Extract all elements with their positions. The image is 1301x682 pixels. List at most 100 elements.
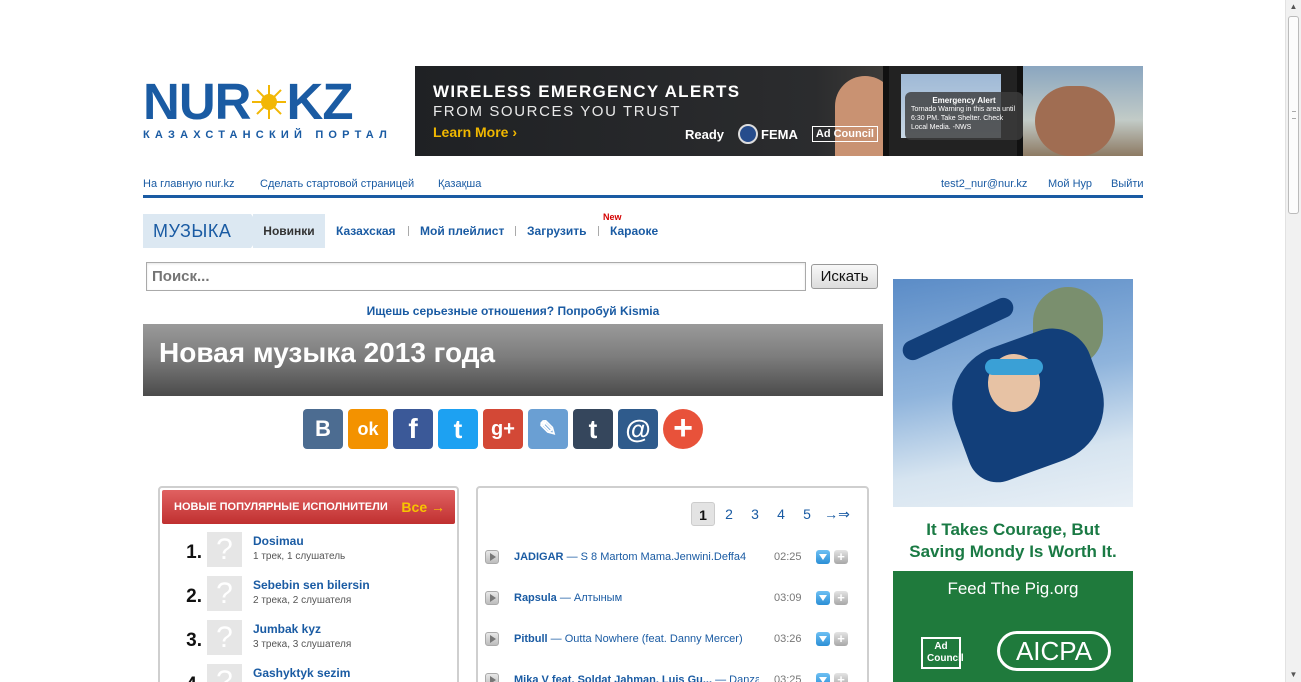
download-icon[interactable]: [816, 550, 830, 564]
track-duration: 03:09: [774, 592, 802, 604]
artist-rank: 2.: [186, 586, 202, 607]
artist-name-link[interactable]: Jumbak kyz: [253, 622, 321, 636]
tab-new-releases[interactable]: Новинки: [253, 214, 325, 248]
list-item: 2. ? Sebebin sen bilersin 2 трека, 2 слу…: [182, 576, 452, 620]
artist-avatar-placeholder-icon[interactable]: ?: [207, 532, 242, 567]
artist-avatar-placeholder-icon[interactable]: ?: [207, 620, 242, 655]
page-2-button[interactable]: 2: [717, 502, 741, 526]
page-1-button[interactable]: 1: [691, 502, 715, 526]
vk-share-button[interactable]: В: [303, 409, 343, 449]
ad-council-logo: Ad Council: [811, 126, 878, 142]
ad-caption-line-1: It Takes Courage, But: [926, 520, 1100, 539]
dhs-seal-icon: [738, 124, 759, 144]
artist-rank: 3.: [186, 630, 202, 651]
artist-name-link[interactable]: Sebebin sen bilersin: [253, 578, 370, 592]
track-artist: JADIGAR: [514, 551, 564, 563]
fema-logo: FEMA: [761, 126, 798, 142]
track-duration: 02:25: [774, 551, 802, 563]
add-to-playlist-icon[interactable]: +: [834, 673, 848, 682]
ready-logo: Ready: [685, 126, 725, 142]
music-section-title[interactable]: МУЗЫКА: [143, 214, 263, 248]
ad-alert-popup: Emergency Alert Tornado Warning in this …: [905, 92, 1023, 140]
vertical-scrollbar[interactable]: ▲ ▼: [1285, 0, 1301, 682]
logo-left-text: NUR: [143, 73, 251, 130]
twitter-share-button[interactable]: t: [438, 409, 478, 449]
play-icon[interactable]: [485, 591, 499, 605]
table-row: JADIGAR — S 8 Martom Mama.Jenwini.Deffa4…: [484, 548, 864, 568]
ad-alert-text: Tornado Warning in this area until 6:30 …: [911, 106, 1016, 131]
artist-avatar-placeholder-icon[interactable]: ?: [207, 576, 242, 611]
play-icon[interactable]: [485, 632, 499, 646]
logo-tagline: КАЗАХСТАНСКИЙ ПОРТАЛ: [143, 129, 392, 141]
kismia-promo-link[interactable]: Ищешь серьезные отношения? Попробуй Kism…: [143, 304, 883, 318]
artist-stats: 3 трека, 3 слушателя: [253, 639, 352, 650]
kazakh-language-link[interactable]: Қазақша: [438, 178, 481, 190]
ad-goggles-image: [985, 359, 1043, 375]
next-page-arrow-icon[interactable]: →⇒: [821, 502, 853, 526]
track-title-link[interactable]: Mika V feat. Soldat Jahman, Luis Gu... —…: [514, 674, 759, 682]
add-to-playlist-icon[interactable]: +: [834, 550, 848, 564]
track-name: — Алтыным: [556, 592, 623, 604]
artist-avatar-placeholder-icon[interactable]: ?: [207, 664, 242, 682]
my-nur-link[interactable]: Мой Нур: [1048, 178, 1092, 190]
play-icon[interactable]: [485, 673, 499, 682]
tumblr-share-button[interactable]: t: [573, 409, 613, 449]
logout-link[interactable]: Выйти: [1111, 178, 1144, 190]
tab-my-playlist[interactable]: Мой плейлист: [420, 214, 504, 248]
user-email-link[interactable]: test2_nur@nur.kz: [941, 178, 1027, 190]
track-title-link[interactable]: Pitbull — Outta Nowhere (feat. Danny Mer…: [514, 633, 759, 645]
odnoklassniki-share-button[interactable]: ok: [348, 409, 388, 449]
list-item: 1. ? Dosimau 1 трек, 1 слушатель: [182, 532, 452, 576]
artist-stats: 1 трек, 1 слушатель: [253, 551, 346, 562]
add-to-playlist-icon[interactable]: +: [834, 591, 848, 605]
scroll-up-arrow-icon[interactable]: ▲: [1286, 0, 1301, 14]
track-artist: Pitbull: [514, 633, 548, 645]
table-row: Pitbull — Outta Nowhere (feat. Danny Mer…: [484, 630, 864, 650]
popular-artists-header: НОВЫЕ ПОПУЛЯРНЫЕ ИСПОЛНИТЕЛИ Все →: [162, 490, 455, 524]
site-logo[interactable]: NUR KZ КАЗАХСТАНСКИЙ ПОРТАЛ: [143, 73, 392, 144]
search-button[interactable]: Искать: [811, 264, 878, 289]
download-icon[interactable]: [816, 632, 830, 646]
artist-rank: 4.: [182, 674, 202, 682]
add-to-playlist-icon[interactable]: +: [834, 632, 848, 646]
top-links-bar: На главную nur.kz Сделать стартовой стра…: [143, 178, 1144, 194]
mail-share-button[interactable]: @: [618, 409, 658, 449]
page-title: Новая музыка 2013 года: [159, 337, 496, 368]
new-badge: New: [603, 212, 622, 222]
tab-kazakh[interactable]: Казахская: [336, 214, 396, 248]
track-artist: Mika V feat. Soldat Jahman, Luis Gu...: [514, 674, 713, 682]
download-icon[interactable]: [816, 591, 830, 605]
side-ad-banner[interactable]: It Takes Courage, But Saving Mondy Is Wo…: [893, 279, 1133, 682]
logo-right-text: KZ: [286, 73, 354, 130]
popular-artists-title: НОВЫЕ ПОПУЛЯРНЫЕ ИСПОЛНИТЕЛИ: [174, 501, 388, 513]
more-share-button[interactable]: +: [663, 409, 703, 449]
search-input[interactable]: [146, 262, 806, 291]
ad-caption-line-2: Saving Mondy Is Worth It.: [909, 542, 1117, 561]
track-name: — Outta Nowhere (feat. Danny Mercer): [547, 633, 743, 645]
scroll-down-arrow-icon[interactable]: ▼: [1286, 668, 1301, 682]
nav-separator: [515, 226, 516, 236]
livejournal-share-button[interactable]: ✎: [528, 409, 568, 449]
scrollbar-thumb[interactable]: [1288, 16, 1299, 214]
ad-thumb-image: [1035, 86, 1115, 156]
page-5-button[interactable]: 5: [795, 502, 819, 526]
table-row: Rapsula — Алтыным 03:09 +: [484, 589, 864, 609]
all-artists-link[interactable]: Все →: [401, 490, 445, 524]
start-page-link[interactable]: Сделать стартовой страницей: [260, 178, 414, 190]
artist-name-link[interactable]: Dosimau: [253, 534, 304, 548]
play-icon[interactable]: [485, 550, 499, 564]
facebook-share-button[interactable]: f: [393, 409, 433, 449]
page-3-button[interactable]: 3: [743, 502, 767, 526]
download-icon[interactable]: [816, 673, 830, 682]
track-duration: 03:26: [774, 633, 802, 645]
home-link[interactable]: На главную nur.kz: [143, 178, 235, 190]
top-ad-banner[interactable]: Emergency Alert Tornado Warning in this …: [415, 66, 1143, 156]
google-plus-share-button[interactable]: g+: [483, 409, 523, 449]
track-title-link[interactable]: Rapsula — Алтыным: [514, 592, 759, 604]
tab-upload[interactable]: Загрузить: [527, 214, 586, 248]
page-4-button[interactable]: 4: [769, 502, 793, 526]
track-title-link[interactable]: JADIGAR — S 8 Martom Mama.Jenwini.Deffa4: [514, 551, 759, 563]
artist-name-link[interactable]: Gashyktyk sezim: [253, 666, 350, 680]
ad-site-link[interactable]: Feed The Pig.org: [893, 579, 1133, 599]
ad-learn-more-link[interactable]: Learn More ›: [433, 124, 517, 140]
